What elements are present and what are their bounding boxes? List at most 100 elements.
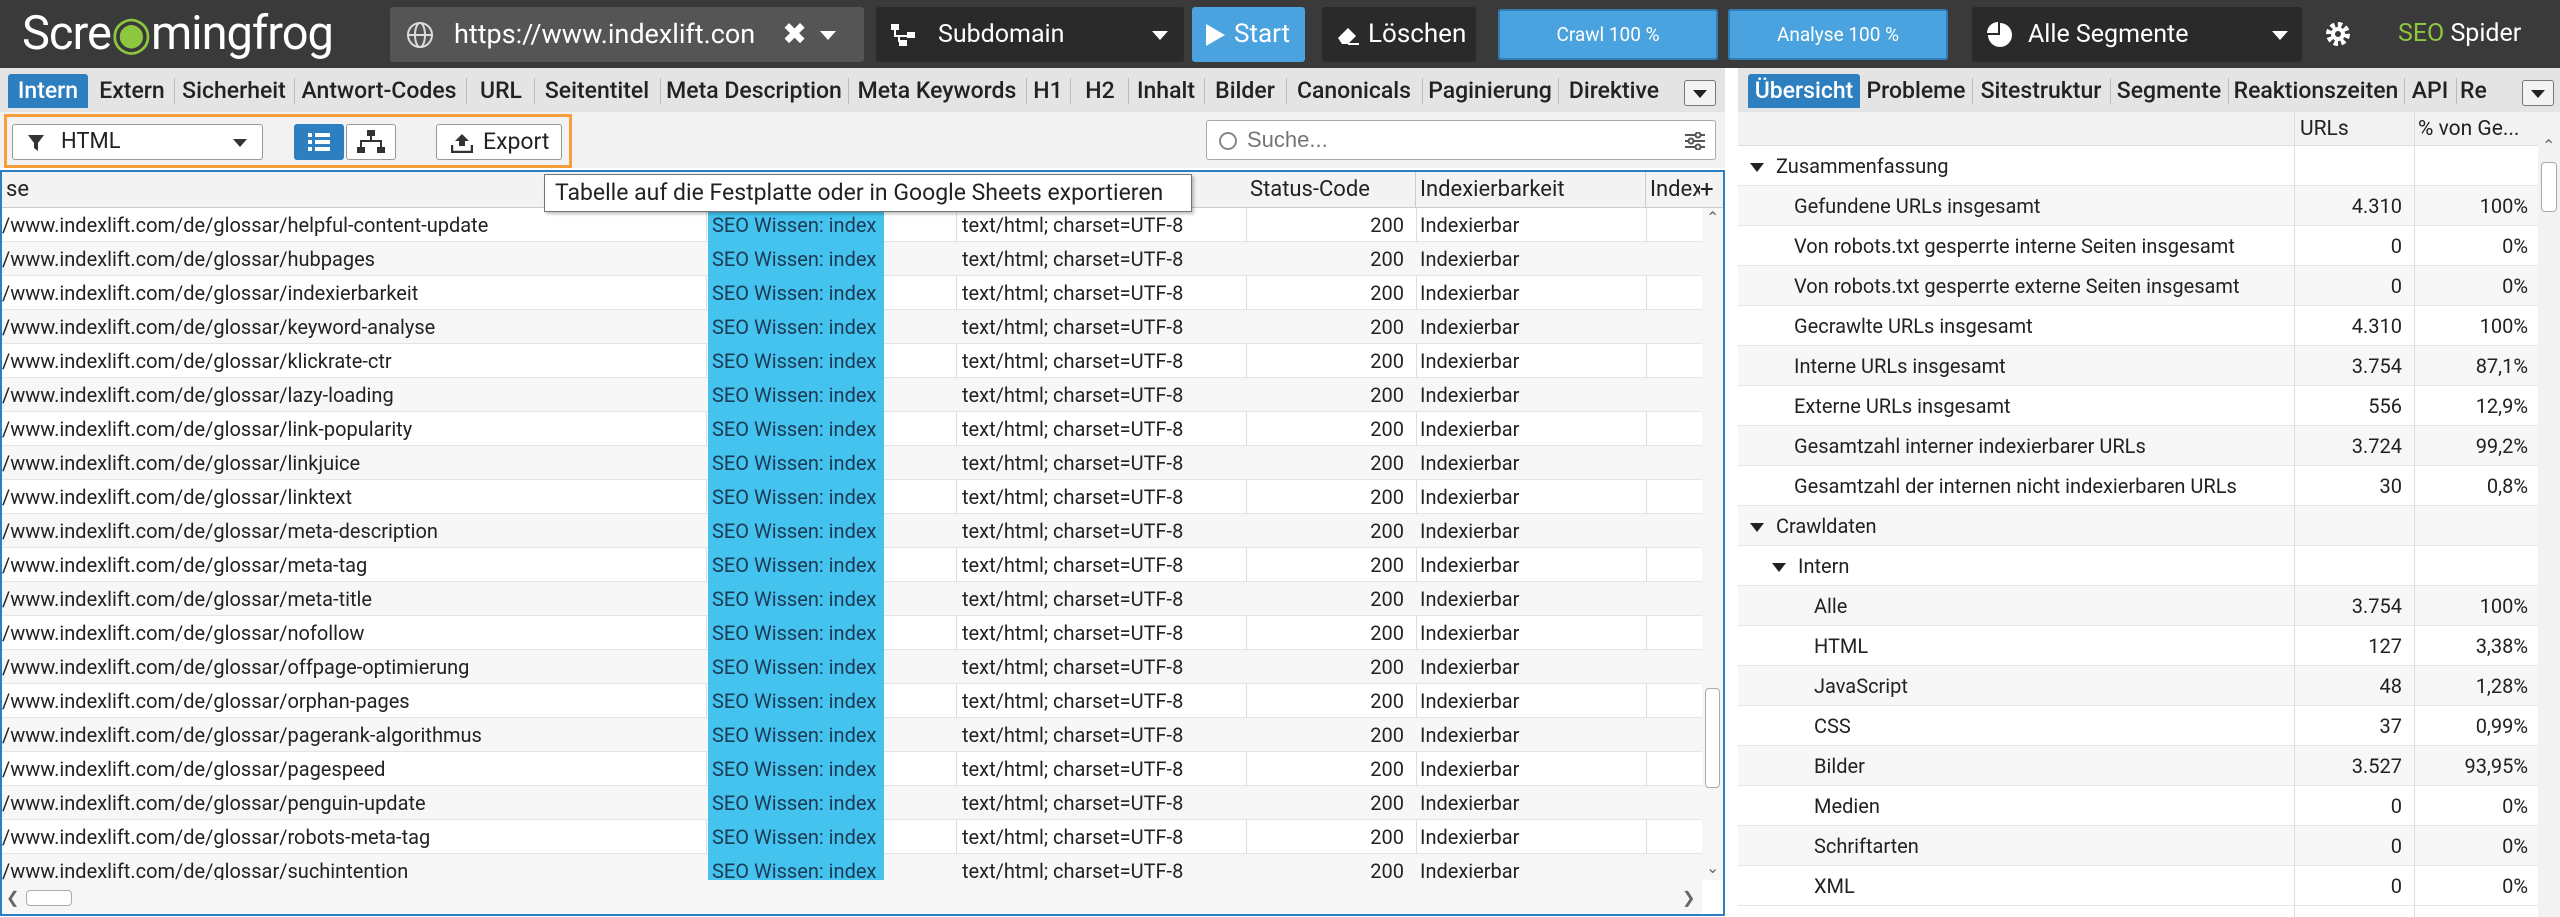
- crawl-mode-select[interactable]: Subdomain: [876, 7, 1184, 62]
- tab-sitestruktur[interactable]: Sitestruktur: [1976, 74, 2106, 108]
- table-row[interactable]: /www.indexlift.com/de/glossar/pagerank-a…: [2, 718, 1702, 752]
- table-row[interactable]: /www.indexlift.com/de/glossar/linktext SE…: [2, 480, 1702, 514]
- tab-inhalt[interactable]: Inhalt: [1132, 74, 1200, 108]
- tab-h1[interactable]: H1: [1030, 74, 1066, 108]
- tree-row[interactable]: Gefundene URLs insgesamt 4.310 100%: [1738, 186, 2538, 226]
- search-options-icon[interactable]: [1685, 132, 1705, 150]
- tab-sicherheit[interactable]: Sicherheit: [178, 74, 290, 108]
- overview-scrollbar[interactable]: ⌃: [2538, 112, 2560, 917]
- scroll-down-icon[interactable]: ⌄: [1706, 858, 1719, 877]
- scroll-right-icon[interactable]: ❯: [1682, 888, 1695, 907]
- tab-canonicals[interactable]: Canonicals: [1290, 74, 1418, 108]
- more-tabs-button[interactable]: [2522, 80, 2554, 106]
- tree-view-button[interactable]: [346, 124, 396, 160]
- tree-row-count: 0: [2390, 794, 2402, 818]
- table-row[interactable]: /www.indexlift.com/de/glossar/indexierba…: [2, 276, 1702, 310]
- tab-antwort-codes[interactable]: Antwort-Codes: [298, 74, 460, 108]
- tree-row[interactable]: XML 0 0%: [1738, 866, 2538, 906]
- tree-row[interactable]: Bilder 3.527 93,95%: [1738, 746, 2538, 786]
- table-row[interactable]: /www.indexlift.com/de/glossar/robots-met…: [2, 820, 1702, 854]
- search-box[interactable]: [1206, 120, 1716, 160]
- search-input[interactable]: [1247, 125, 1667, 155]
- col-header-indexability-status[interactable]: Indexe: [1646, 172, 1700, 208]
- tab-uebersicht[interactable]: Übersicht: [1748, 74, 1860, 108]
- more-tabs-button[interactable]: [1684, 80, 1716, 106]
- tree-row[interactable]: CSS 37 0,99%: [1738, 706, 2538, 746]
- col-header-status-code[interactable]: Status-Code: [1246, 172, 1416, 208]
- url-input[interactable]: https://www.indexlift.con ✖: [390, 7, 864, 62]
- tab-reaktionszeiten[interactable]: Reaktionszeiten: [2232, 74, 2400, 108]
- tree-group-row[interactable]: Zusammenfassung: [1738, 146, 2538, 186]
- col-header-urls[interactable]: URLs: [2300, 112, 2349, 146]
- table-row[interactable]: /www.indexlift.com/de/glossar/penguin-up…: [2, 786, 1702, 820]
- tab-extern[interactable]: Extern: [92, 74, 172, 108]
- scroll-thumb[interactable]: [26, 890, 72, 906]
- tab-api[interactable]: API: [2408, 74, 2452, 108]
- expand-icon[interactable]: [1750, 523, 1764, 533]
- tree-row[interactable]: Interne URLs insgesamt 3.754 87,1%: [1738, 346, 2538, 386]
- tab-direktive[interactable]: Direktive: [1562, 74, 1666, 108]
- clear-url-icon[interactable]: ✖: [782, 7, 807, 62]
- table-row[interactable]: /www.indexlift.com/de/glossar/klickrate-…: [2, 344, 1702, 378]
- scroll-up-icon[interactable]: ⌃: [2542, 136, 2555, 155]
- tree-row[interactable]: Von robots.txt gesperrte externe Seiten …: [1738, 266, 2538, 306]
- tab-re[interactable]: Re: [2460, 74, 2490, 108]
- expand-icon[interactable]: [1772, 563, 1786, 573]
- tree-group-row[interactable]: Intern: [1738, 546, 2538, 586]
- url-text[interactable]: https://www.indexlift.con: [454, 7, 756, 62]
- horizontal-scrollbar[interactable]: ❮ ❯: [2, 880, 1702, 914]
- table-row[interactable]: /www.indexlift.com/de/glossar/pagespeed S…: [2, 752, 1702, 786]
- tab-h2[interactable]: H2: [1074, 74, 1126, 108]
- tab-segmente[interactable]: Segmente: [2114, 74, 2224, 108]
- segments-select[interactable]: Alle Segmente: [1972, 7, 2302, 62]
- start-button[interactable]: Start: [1192, 7, 1305, 62]
- url-history-dropdown-icon[interactable]: [820, 31, 836, 40]
- table-row[interactable]: /www.indexlift.com/de/glossar/helpful-co…: [2, 208, 1702, 242]
- table-row[interactable]: /www.indexlift.com/de/glossar/meta-title…: [2, 582, 1702, 616]
- tab-bilder[interactable]: Bilder: [1208, 74, 1282, 108]
- tree-row[interactable]: Externe URLs insgesamt 556 12,9%: [1738, 386, 2538, 426]
- tree-row[interactable]: Schriftarten 0 0%: [1738, 826, 2538, 866]
- filter-select[interactable]: HTML: [12, 124, 263, 160]
- export-button[interactable]: Export: [436, 124, 562, 160]
- scroll-thumb[interactable]: [2541, 162, 2557, 212]
- tab-seitentitel[interactable]: Seitentitel: [538, 74, 656, 108]
- tab-meta-description[interactable]: Meta Description: [664, 74, 844, 108]
- scroll-thumb[interactable]: [1705, 688, 1720, 788]
- scroll-left-icon[interactable]: ❮: [6, 888, 19, 907]
- table-row[interactable]: /www.indexlift.com/de/glossar/lazy-loadi…: [2, 378, 1702, 412]
- tree-row[interactable]: HTML 127 3,38%: [1738, 626, 2538, 666]
- vertical-scrollbar[interactable]: ⌃ ⌄: [1702, 208, 1723, 880]
- tree-row[interactable]: Gesamtzahl interner indexierbarer URLs 3.…: [1738, 426, 2538, 466]
- tree-group-row[interactable]: Crawldaten: [1738, 506, 2538, 546]
- tree-row[interactable]: Alle 3.754 100%: [1738, 586, 2538, 626]
- col-header-indexability[interactable]: Indexierbarkeit: [1416, 172, 1646, 208]
- scroll-up-icon[interactable]: ⌃: [1706, 208, 1719, 227]
- tree-row[interactable]: Medien 0 0%: [1738, 786, 2538, 826]
- table-row[interactable]: /www.indexlift.com/de/glossar/linkjuice S…: [2, 446, 1702, 480]
- tree-row[interactable]: Gesamtzahl der internen nicht indexierba…: [1738, 466, 2538, 506]
- table-row[interactable]: /www.indexlift.com/de/glossar/hubpages SE…: [2, 242, 1702, 276]
- cell-content-type: text/html; charset=UTF-8: [962, 757, 1184, 781]
- tree-row[interactable]: Von robots.txt gesperrte interne Seiten …: [1738, 226, 2538, 266]
- tab-probleme[interactable]: Probleme: [1864, 74, 1968, 108]
- clear-button[interactable]: Löschen: [1322, 7, 1476, 62]
- table-row[interactable]: /www.indexlift.com/de/glossar/orphan-pag…: [2, 684, 1702, 718]
- tree-row[interactable]: JavaScript 48 1,28%: [1738, 666, 2538, 706]
- expand-icon[interactable]: [1750, 163, 1764, 173]
- tab-intern[interactable]: Intern: [8, 74, 88, 108]
- gear-icon[interactable]: [2322, 18, 2354, 50]
- table-row[interactable]: /www.indexlift.com/de/glossar/meta-descr…: [2, 514, 1702, 548]
- table-row[interactable]: /www.indexlift.com/de/glossar/meta-tag SE…: [2, 548, 1702, 582]
- table-row[interactable]: /www.indexlift.com/de/glossar/keyword-an…: [2, 310, 1702, 344]
- table-row[interactable]: /www.indexlift.com/de/glossar/link-popul…: [2, 412, 1702, 446]
- add-column-icon[interactable]: +: [1700, 172, 1714, 206]
- col-header-percent[interactable]: % von Ge...: [2418, 112, 2538, 146]
- tree-row[interactable]: Gecrawlte URLs insgesamt 4.310 100%: [1738, 306, 2538, 346]
- tab-url[interactable]: URL: [470, 74, 532, 108]
- table-row[interactable]: /www.indexlift.com/de/glossar/offpage-op…: [2, 650, 1702, 684]
- tab-paginierung[interactable]: Paginierung: [1426, 74, 1554, 108]
- tab-meta-keywords[interactable]: Meta Keywords: [852, 74, 1022, 108]
- list-view-button[interactable]: [294, 124, 344, 160]
- table-row[interactable]: /www.indexlift.com/de/glossar/nofollow SE…: [2, 616, 1702, 650]
